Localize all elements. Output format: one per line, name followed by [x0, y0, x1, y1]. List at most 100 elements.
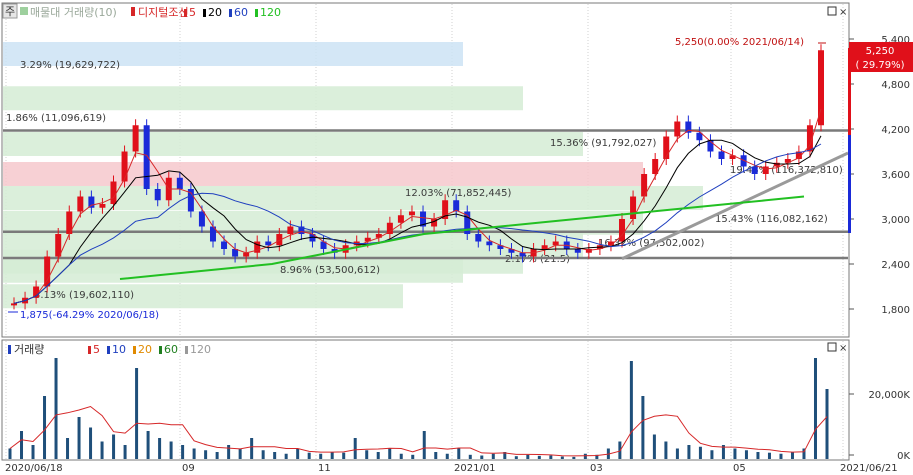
volume-bar-42	[491, 453, 495, 459]
volume-bar-55	[641, 396, 645, 459]
legend-vma-label-3: 60	[164, 343, 178, 356]
volume-bar-39	[457, 448, 461, 459]
volume-bar-17	[204, 450, 208, 459]
profile-label-7: 2.17% (21.5)	[505, 254, 570, 265]
price-legend: 주 매물대 거래량(10) 디지털조선 5 20 60 120	[2, 3, 281, 19]
volume-bar-23	[273, 452, 277, 459]
legend-vma-swatch-0	[88, 346, 91, 354]
current-price-change: ( 29.79%)	[855, 60, 904, 71]
legend-ma-swatch-3	[255, 9, 258, 17]
profile-label-9: 3.13% (19,602,110)	[34, 290, 134, 301]
volume-bar-0	[8, 448, 12, 459]
candle-51	[574, 249, 581, 253]
price-tick-label-2: 4,200	[881, 125, 910, 136]
volume-tick-label-0: 20,000K	[868, 390, 910, 401]
legend-candle-swatch	[131, 7, 135, 16]
date-tick-label-0: 2020/06/18	[5, 463, 63, 474]
candle-12	[143, 125, 150, 189]
volume-bar-57	[664, 441, 668, 459]
volume-bar-49	[572, 456, 576, 459]
volume-bar-8	[100, 441, 104, 459]
volume-bar-46	[537, 455, 541, 459]
date-tick-label-4: 03	[590, 463, 603, 474]
current-bar-down	[848, 135, 851, 233]
candle-49	[552, 241, 559, 246]
volume-bar-67	[779, 453, 783, 459]
volume-bar-5	[66, 438, 70, 459]
candle-25	[287, 226, 294, 234]
legend-vma-label-1: 10	[112, 343, 126, 356]
date-tick-label-5: 05	[733, 463, 746, 474]
legend-vma-swatch-1	[107, 346, 110, 354]
volume-bar-9	[112, 434, 116, 459]
volume-bar-2	[31, 445, 35, 459]
candle-48	[541, 245, 548, 249]
maximize-icon[interactable]	[827, 6, 837, 16]
legend-chart-type: 디지털조선	[138, 6, 189, 19]
candle-6	[77, 196, 84, 212]
legend-vma-label-2: 20	[138, 343, 152, 356]
date-tick-label-1: 09	[182, 463, 195, 474]
volume-bar-10	[123, 445, 127, 459]
volume-bar-70	[813, 358, 817, 459]
volume-bar-1	[20, 431, 24, 459]
candle-61	[685, 121, 692, 133]
volume-bar-25	[296, 448, 300, 459]
price-tick-label-3: 3,600	[881, 170, 910, 181]
candle-60	[674, 121, 681, 137]
legend-ma-swatch-1	[203, 9, 206, 17]
volume-bar-20	[238, 448, 242, 459]
volume-bar-37	[434, 452, 438, 459]
volume-bar-15	[181, 445, 185, 459]
candle-11	[132, 125, 139, 152]
volume-bar-30	[353, 438, 357, 459]
volume-tick-label-1: 0K	[897, 451, 910, 462]
volume-bar-13	[158, 438, 162, 459]
volume-bar-19	[227, 445, 231, 459]
candle-19	[221, 241, 228, 249]
volume-bar-11	[135, 368, 139, 459]
volume-bar-59	[687, 445, 691, 459]
low-annotation: 1,875(-64.29% 2020/06/18)	[20, 310, 159, 321]
candle-43	[486, 241, 493, 246]
stock-chart-window: 3.29% (19,629,722) 1.86% (11,096,619) 15.3…	[0, 0, 913, 475]
price-tick-label-4: 3,000	[881, 215, 910, 226]
vol-close-icon[interactable]: ×	[839, 343, 847, 354]
date-tick-label-6: 2021/06/21	[840, 463, 898, 474]
legend-profile-title: 매물대 거래량(10)	[30, 6, 117, 19]
volume-bar-22	[261, 450, 265, 459]
volume-bar-71	[825, 389, 829, 459]
volume-bar-64	[744, 450, 748, 459]
candle-9	[110, 181, 117, 204]
legend-ma-swatch-2	[229, 9, 232, 17]
candle-10	[121, 151, 128, 182]
date-tick-label-2: 11	[318, 463, 331, 474]
volume-bar-50	[583, 453, 587, 459]
volume-bar-29	[342, 452, 346, 459]
volume-bar-34	[399, 453, 403, 459]
price-tick-label-1: 4,800	[881, 80, 910, 91]
vol-maximize-icon[interactable]	[827, 342, 837, 352]
legend-profile-swatch	[20, 7, 28, 15]
volume-bar-4	[54, 358, 58, 459]
volume-bar-24	[284, 453, 288, 459]
legend-vma-label-4: 120	[190, 343, 211, 356]
profile-band-2	[3, 132, 583, 156]
volume-bar-31	[365, 450, 369, 459]
legend-ma-swatch-0	[184, 9, 187, 17]
volume-bar-38	[445, 453, 449, 459]
candle-23	[265, 241, 272, 246]
legend-volume-swatch	[8, 345, 11, 354]
volume-bar-66	[767, 452, 771, 459]
panel-tag: 주	[5, 5, 15, 18]
candle-64	[718, 151, 725, 159]
close-icon[interactable]: ×	[839, 7, 847, 18]
volume-bar-35	[411, 454, 415, 459]
candle-46	[519, 252, 526, 257]
volume-bar-26	[307, 452, 311, 459]
volume-bar-27	[319, 453, 323, 459]
volume-bar-56	[652, 434, 656, 459]
volume-bar-41	[480, 455, 484, 459]
profile-label-3: 19.48% (116,372,810)	[730, 165, 843, 176]
candle-68	[762, 166, 769, 174]
